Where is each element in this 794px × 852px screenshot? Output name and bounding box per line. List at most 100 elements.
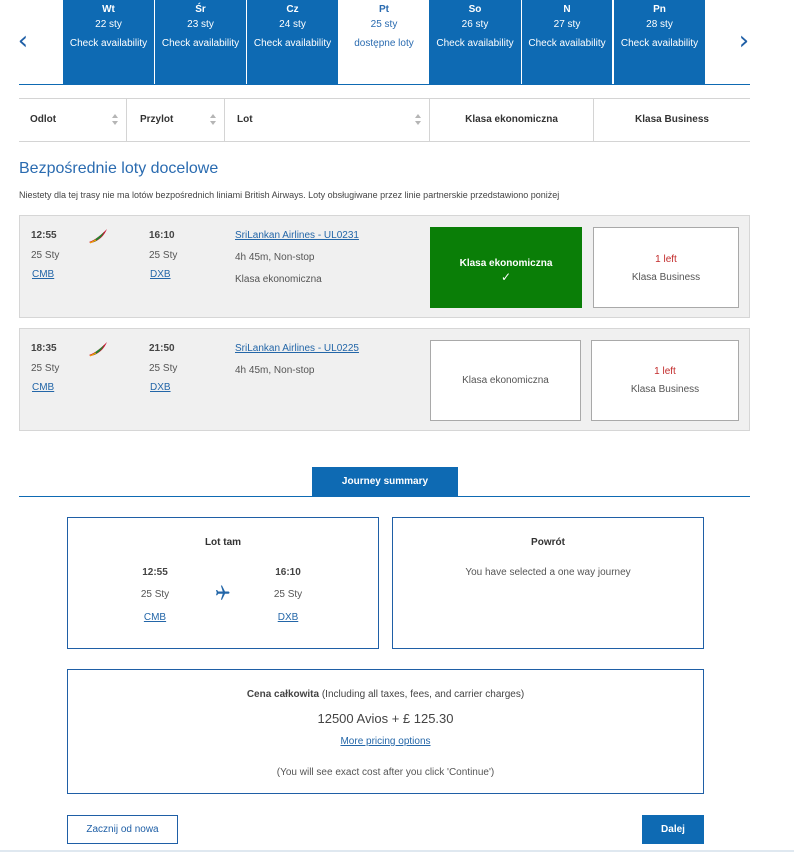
date-tab-cz[interactable]: Cz 24 sty Check availability <box>247 0 338 85</box>
date-tab-sr[interactable]: Śr 23 sty Check availability <box>155 0 246 85</box>
date-tab-date: 22 sty <box>95 19 122 30</box>
date-tab-date: 24 sty <box>279 19 306 30</box>
flight-number-link[interactable]: SriLankan Airlines - UL0231 <box>235 230 359 241</box>
date-tab-date: 27 sty <box>553 19 581 30</box>
airplane-icon <box>216 585 230 600</box>
one-way-notice: You have selected a one way journey <box>465 567 631 578</box>
departure-airport-link[interactable]: CMB <box>32 382 54 393</box>
sort-icon <box>210 114 216 126</box>
date-tab-n[interactable]: N 27 sty Check availability <box>522 0 612 85</box>
flight-duration: 4h 45m, Non-stop <box>235 365 315 376</box>
date-tab-day: Wt <box>102 4 115 15</box>
business-fare-option[interactable]: 1 left Klasa Business <box>591 340 739 421</box>
flight-cabin: Klasa ekonomiczna <box>235 274 322 285</box>
srilankan-logo-icon <box>89 342 107 357</box>
departure-date: 25 Sty <box>31 363 60 374</box>
date-tab-day: N <box>563 4 571 15</box>
total-price-label: Cena całkowita <box>246 689 320 700</box>
sort-icon <box>112 114 118 126</box>
fare-cabin-label: Klasa ekonomiczna <box>462 375 549 386</box>
column-label-arrival: Przylot <box>140 114 174 125</box>
continue-button[interactable]: Dalej <box>642 815 704 844</box>
pricing-options-wrapper: More pricing options <box>68 736 703 747</box>
date-tab-status: Check availability <box>528 38 606 49</box>
summary-departure-date: 25 Sty <box>140 589 170 600</box>
column-header-economy: Klasa ekonomiczna <box>430 99 594 141</box>
date-tab-date: 23 sty <box>187 19 214 30</box>
fare-cabin-label: Klasa Business <box>631 272 701 283</box>
start-over-button[interactable]: Zacznij od nowa <box>67 815 178 844</box>
date-tab-status: Check availability <box>253 38 332 49</box>
departure-time: 18:35 <box>31 343 57 354</box>
economy-fare-option[interactable]: Klasa ekonomiczna <box>430 340 581 421</box>
total-price-note: (Including all taxes, fees, and carrier … <box>319 689 525 700</box>
more-pricing-options-link[interactable]: More pricing options <box>340 736 430 747</box>
date-tab-status: dostępne loty <box>354 38 414 49</box>
arrival-airport-link[interactable]: DXB <box>150 382 171 393</box>
flight-row: 18:35 25 Sty CMB 21:50 25 Sty DXB SriLan… <box>19 328 750 431</box>
outbound-title: Lot tam <box>204 537 242 548</box>
date-tab-so[interactable]: So 26 sty Check availability <box>429 0 521 85</box>
date-tab-pn[interactable]: Pn 28 sty Check availability <box>614 0 705 85</box>
sort-icon <box>415 114 421 126</box>
date-tab-status: Check availability <box>69 38 148 49</box>
column-label-economy: Klasa ekonomiczna <box>465 114 558 125</box>
column-label-business: Klasa Business <box>635 114 709 125</box>
sort-arrival-column[interactable]: Przylot <box>127 99 225 141</box>
departure-date: 25 Sty <box>31 250 60 261</box>
return-title: Powrót <box>531 537 565 548</box>
total-price-heading: Cena całkowita (Including all taxes, fee… <box>68 689 703 700</box>
column-label-flight: Lot <box>237 114 253 125</box>
return-summary-card: Powrót You have selected a one way journ… <box>392 517 704 649</box>
summary-arrival-time: 16:10 <box>275 567 301 578</box>
carousel-divider <box>19 84 750 85</box>
date-tab-status: Check availability <box>161 38 240 49</box>
fare-cabin-label: Klasa ekonomiczna <box>459 258 553 269</box>
arrival-date: 25 Sty <box>149 363 178 374</box>
sort-departure-column[interactable]: Odlot <box>19 99 127 141</box>
date-tab-wt[interactable]: Wt 22 sty Check availability <box>63 0 154 85</box>
arrival-time: 21:50 <box>149 343 175 354</box>
departure-airport-link[interactable]: CMB <box>32 269 54 280</box>
checkmark-icon: ✓ <box>500 270 512 284</box>
summary-arrival-date: 25 Sty <box>273 589 303 600</box>
results-table-header: Odlot Przylot Lot Klasa ekonomiczna Klas… <box>19 98 750 142</box>
seats-left-badge: 1 left <box>655 254 677 265</box>
chevron-right-icon[interactable]: › <box>737 28 751 54</box>
departure-time: 12:55 <box>31 230 57 241</box>
chevron-left-icon[interactable]: ‹ <box>16 28 30 54</box>
flight-duration: 4h 45m, Non-stop <box>235 252 315 263</box>
date-tab-status: Check availability <box>620 38 699 49</box>
business-fare-option[interactable]: 1 left Klasa Business <box>593 227 739 308</box>
column-header-business: Klasa Business <box>594 99 750 141</box>
srilankan-logo-icon <box>89 229 107 244</box>
date-tab-day: So <box>468 4 482 15</box>
column-label-departure: Odlot <box>30 114 57 125</box>
fare-cabin-label: Klasa Business <box>630 384 700 395</box>
arrival-airport-link[interactable]: DXB <box>150 269 171 280</box>
flight-row: 12:55 25 Sty CMB 16:10 25 Sty DXB SriLan… <box>19 215 750 318</box>
date-tab-date: 26 sty <box>461 19 489 30</box>
date-tab-day: Pt <box>379 4 389 15</box>
date-tab-day: Śr <box>195 4 206 15</box>
sort-flight-column[interactable]: Lot <box>225 99 430 141</box>
section-title: Bezpośrednie loty docelowe <box>19 160 219 177</box>
economy-fare-selected[interactable]: Klasa ekonomiczna ✓ <box>430 227 582 308</box>
date-tab-pt-selected[interactable]: Pt 25 sty dostępne loty <box>339 0 429 85</box>
summary-departure-time: 12:55 <box>142 567 168 578</box>
flight-number-link[interactable]: SriLankan Airlines - UL0225 <box>235 343 359 354</box>
price-disclaimer: (You will see exact cost after you click… <box>276 767 495 778</box>
journey-summary-tab[interactable]: Journey summary <box>312 467 458 497</box>
partner-notice: Niestety dla tej trasy nie ma lotów bezp… <box>19 190 560 200</box>
total-price-amount: 12500 Avios + £ 125.30 <box>317 711 454 726</box>
date-tab-date: 25 sty <box>370 19 398 30</box>
date-tab-day: Pn <box>653 4 666 15</box>
seats-left-badge: 1 left <box>654 366 676 377</box>
date-tab-status: Check availability <box>436 38 514 49</box>
summary-arrival-airport-link[interactable]: DXB <box>258 612 318 623</box>
outbound-summary-card: Lot tam 12:55 25 Sty CMB 16:10 25 Sty DX… <box>67 517 379 649</box>
date-tab-date: 28 sty <box>646 19 673 30</box>
date-tab-day: Cz <box>286 4 299 15</box>
price-summary-card: Cena całkowita (Including all taxes, fee… <box>67 669 704 794</box>
summary-departure-airport-link[interactable]: CMB <box>125 612 185 623</box>
